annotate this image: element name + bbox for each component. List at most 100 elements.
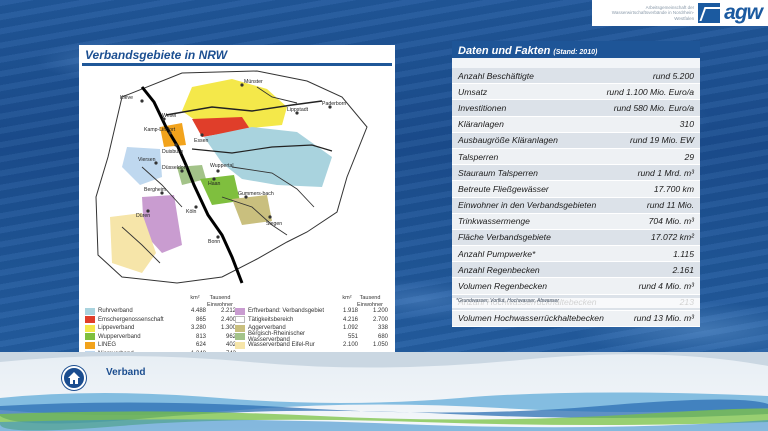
legend-swatch	[85, 324, 95, 332]
legend-name: Wupperverband	[98, 333, 141, 340]
legend-row: LINEG 624 402	[85, 341, 236, 349]
fact-label: Investitionen	[458, 102, 507, 113]
map-panel: Verbandsgebiete in NRW Münster Kleve Wes…	[79, 45, 395, 358]
home-icon	[68, 372, 80, 384]
legend-swatch	[85, 316, 95, 324]
legend-name: Lippeverband	[98, 325, 135, 332]
fact-value: 310	[679, 119, 694, 130]
legend-name: Emschergenossenschaft	[98, 316, 164, 323]
legend-tsd: 1.050	[372, 342, 388, 349]
label-gummersbach: Gummers-bach	[238, 191, 274, 197]
fact-label: Umsatz	[458, 86, 488, 97]
home-button[interactable]	[62, 366, 86, 390]
legend-km2: 1.092	[342, 325, 358, 332]
fact-value: rund 580 Mio. Euro/a	[613, 102, 694, 113]
legend-header-km2-left: km²	[190, 295, 200, 301]
legend-km2: 865	[195, 316, 206, 323]
legend-name: Wasserverband Eifel-Rur	[248, 342, 315, 349]
fact-value: rund 4 Mio. m³	[638, 281, 694, 292]
fact-row: Volumen Regenbecken rund 4 Mio. m³	[452, 278, 700, 295]
fact-value: 17.072 km²	[651, 232, 694, 243]
fact-row: Einwohner in den Verbandsgebieten rund 11…	[452, 197, 700, 214]
fact-row: Betreute Fließgewässer 17.700 km	[452, 181, 700, 198]
fact-row: Trinkwassermenge 704 Mio. m³	[452, 213, 700, 230]
legend-tsd: 338	[377, 325, 388, 332]
fact-label: Betreute Fließgewässer	[458, 183, 549, 194]
legend-km2: 551	[347, 333, 358, 340]
map-legend: km² Tausend Einwohner km² Tausend Einwoh…	[85, 295, 389, 358]
fact-label: Trinkwassermenge	[458, 216, 530, 227]
facts-title-subtitle: (Stand: 2010)	[553, 49, 598, 56]
label-kamp-lintfort: Kamp-Lintfort	[144, 127, 176, 133]
fact-row: Anzahl Pumpwerke* 1.115	[452, 246, 700, 263]
legend-row: Wupperverband 813 962	[85, 333, 236, 341]
legend-swatch	[235, 316, 245, 324]
fact-label: Stauraum Talsperren	[458, 167, 538, 178]
facts-panel: Daten und Fakten (Stand: 2010) Anzahl Be…	[452, 41, 700, 327]
fact-label: Anzahl Beschäftigte	[458, 70, 534, 81]
label-bonn: Bonn	[208, 239, 220, 245]
fact-value: rund 5.200	[652, 70, 694, 81]
label-haan: Haan	[208, 181, 221, 187]
fact-row: Talsperren 29	[452, 148, 700, 166]
footer-band	[0, 352, 768, 431]
label-bergheim: Bergheim	[144, 187, 166, 193]
legend-row: Emschergenossenschaft 865 2.400	[85, 316, 236, 324]
title-rule	[82, 63, 392, 66]
legend-tsd: 2.700	[372, 316, 388, 323]
facts-panel-title: Daten und Fakten (Stand: 2010)	[452, 41, 700, 58]
legend-row: Erftverband: Verbandsgebiet 1.918 1.200	[235, 307, 388, 315]
legend-tsd: 402	[225, 342, 236, 349]
legend-tsd: 680	[377, 333, 388, 340]
map-panel-title: Verbandsgebiete in NRW	[85, 48, 228, 62]
legend-km2: 813	[195, 333, 206, 340]
legend-km2: 4.216	[342, 316, 358, 323]
legend-row: Tätigkeitsbereich 4.216 2.700	[235, 316, 388, 324]
logo-mark-icon	[698, 3, 721, 23]
legend-swatch	[85, 341, 95, 349]
label-duisburg: Duisburg	[162, 149, 183, 155]
fact-value: 704 Mio. m³	[648, 216, 694, 227]
label-viersen: Viersen	[138, 157, 156, 163]
facts-title-text: Daten und Fakten	[458, 45, 551, 57]
legend-swatch	[235, 333, 245, 341]
legend-tsd: 1.200	[372, 308, 388, 314]
fact-label: Kläranlagen	[458, 119, 504, 130]
fact-label: Anzahl Pumpwerke*	[458, 248, 536, 259]
fact-value: rund 13 Mio. m³	[633, 313, 694, 324]
fact-label: Einwohner in den Verbandsgebieten	[458, 200, 597, 211]
label-lippstadt: Lippstadt	[287, 107, 309, 113]
fact-value: 1.115	[673, 248, 694, 259]
nrw-map: Münster Kleve Wesel Lippstadt Paderborn …	[82, 67, 392, 289]
fact-label: Ausbaugröße Kläranlagen	[458, 135, 558, 146]
legend-swatch	[235, 324, 245, 332]
legend-km2: 624	[195, 342, 206, 349]
logo-word: agw	[724, 1, 763, 24]
label-muenster: Münster	[244, 79, 263, 85]
fact-value: 17.700 km	[653, 183, 694, 194]
label-siegen: Siegen	[266, 221, 282, 227]
fact-label: Talsperren	[458, 151, 499, 162]
fact-row: Volumen Hochwasserrückhaltebecken rund 13…	[452, 310, 700, 327]
label-duesseldorf: Düsseldorf	[162, 165, 187, 171]
fact-row: Umsatz rund 1.100 Mio. Euro/a	[452, 84, 700, 101]
fact-label: Volumen Hochwasserrückhaltebecken	[458, 313, 604, 324]
fact-row: Anzahl Beschäftigte rund 5.200	[452, 68, 700, 85]
legend-tsd: 1.300	[220, 325, 236, 332]
fact-label: Anzahl Regenbecken	[458, 264, 540, 275]
fact-label: Fläche Verbandsgebiete	[458, 232, 551, 243]
legend-km2: 2.100	[342, 342, 358, 349]
fact-row: Investitionen rund 580 Mio. Euro/a	[452, 100, 700, 117]
legend-km2: 1.918	[342, 308, 358, 314]
nav-label-verband[interactable]: Verband	[106, 367, 145, 378]
fact-label: Volumen Regenbecken	[458, 281, 548, 292]
legend-name: Tätigkeitsbereich	[248, 316, 294, 323]
label-wuppertal: Wuppertal	[210, 163, 234, 169]
label-koeln: Köln	[186, 209, 196, 215]
fact-row: Ausbaugröße Kläranlagen rund 19 Mio. EW	[452, 132, 700, 149]
fact-value: rund 1.100 Mio. Euro/a	[606, 86, 694, 97]
fact-value: rund 19 Mio. EW	[630, 135, 694, 146]
legend-km2: 4.488	[190, 308, 206, 314]
facts-list: Anzahl Beschäftigte rund 5.200 Umsatz rund …	[452, 68, 700, 327]
fact-row: Fläche Verbandsgebiete 17.072 km²	[452, 229, 700, 247]
